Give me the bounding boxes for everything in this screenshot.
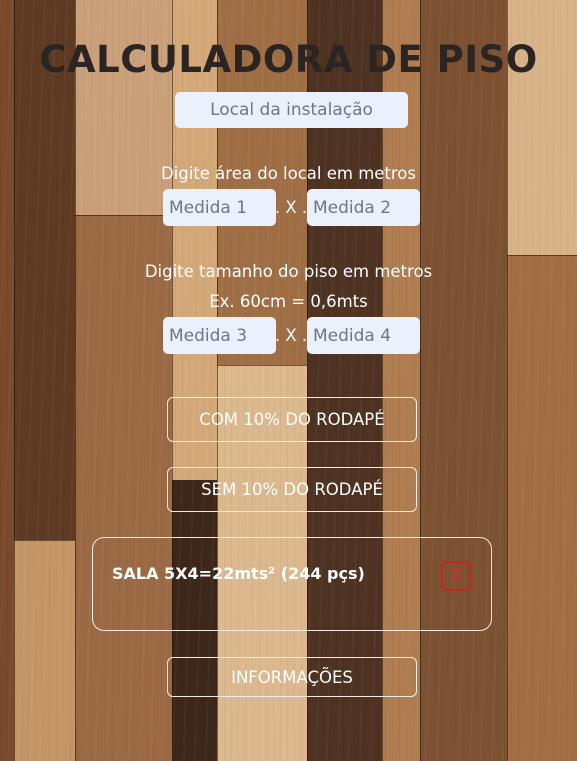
calculator-page: CALCULADORA DE PISO Digite área do local… — [0, 0, 577, 761]
remove-result-button[interactable]: X — [441, 561, 471, 591]
result-card: SALA 5X4=22mts² (244 pçs) X — [92, 537, 492, 631]
tile-multiply-separator: . X . — [274, 326, 308, 345]
measure-3-input[interactable] — [163, 317, 276, 354]
area-multiply-separator: . X . — [274, 198, 308, 217]
area-label: Digite área do local em metros — [160, 164, 417, 183]
measure-2-input[interactable] — [307, 189, 420, 226]
page-title: CALCULADORA DE PISO — [39, 38, 538, 81]
installation-location-input[interactable] — [175, 92, 408, 128]
with-baseboard-button[interactable]: COM 10% DO RODAPÉ — [167, 397, 417, 442]
measure-1-input[interactable] — [163, 189, 276, 226]
measure-4-input[interactable] — [307, 317, 420, 354]
result-text: SALA 5X4=22mts² (244 pçs) — [112, 564, 365, 583]
without-baseboard-button[interactable]: SEM 10% DO RODAPÉ — [167, 467, 417, 512]
tile-size-label: Digite tamanho do piso em metros — [144, 262, 433, 281]
tile-size-example: Ex. 60cm = 0,6mts — [209, 292, 368, 311]
info-button[interactable]: INFORMAÇÕES — [167, 657, 417, 697]
